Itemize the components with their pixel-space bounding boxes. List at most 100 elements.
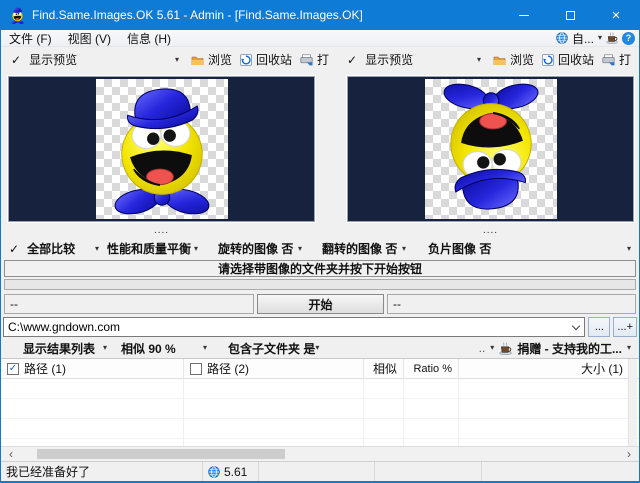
more-options-dropdown-icon[interactable]: ▾ (490, 344, 494, 352)
flipped-images-label: 翻转的图像 否 (322, 242, 398, 256)
browse-folder-button[interactable]: ... (588, 317, 611, 337)
left-browse-button[interactable]: 浏览 (187, 49, 236, 70)
compare-all-check-icon: ✓ (9, 241, 20, 256)
path2-checkbox[interactable] (190, 362, 202, 375)
left-print-button[interactable]: 打 (296, 49, 333, 70)
chevron-down-icon: ▾ (626, 243, 631, 253)
help-icon[interactable]: ? (622, 31, 635, 45)
scrollbar-thumb[interactable] (37, 449, 285, 459)
column-header-ratio[interactable]: Ratio % (404, 359, 459, 378)
path-row: ... ...+ (3, 317, 637, 337)
negative-images-label: 负片图像 否 (428, 242, 492, 256)
right-recycle-button[interactable]: 回收站 (538, 49, 598, 70)
left-preview-dropdown-icon[interactable]: ▾ (175, 55, 179, 64)
rotated-images-dropdown[interactable]: 旋转的图像 否 ▾ (206, 238, 310, 259)
coffee-cup-icon[interactable] (499, 341, 513, 355)
right-status-value: -- (387, 294, 636, 314)
scroll-left-icon[interactable]: ‹ (3, 447, 19, 461)
right-preview-check-icon[interactable]: ✓ (347, 53, 357, 67)
chevron-down-icon: ▾ (202, 343, 207, 352)
language-dropdown-icon[interactable]: ▾ (598, 34, 602, 42)
right-preview-toggle[interactable]: 显示预览 (365, 51, 413, 68)
folder-path-input[interactable] (4, 320, 569, 334)
show-results-dropdown[interactable]: 显示结果列表 ▾ (1, 340, 113, 356)
horizontal-scrollbar[interactable]: ‹ › (1, 446, 639, 461)
column-header-path2[interactable]: 路径 (2) (184, 359, 364, 378)
combobox-chevron-icon[interactable] (568, 318, 584, 336)
chevron-down-icon: ▾ (401, 243, 406, 253)
minimize-button[interactable] (501, 0, 547, 30)
right-preview-pane: .... (337, 72, 639, 238)
printer-icon (300, 53, 313, 66)
similarity-dropdown[interactable]: 相似 90 % ▾ (113, 340, 213, 356)
auto-language-label[interactable]: 自... (572, 30, 594, 47)
right-preview-caption: .... (482, 225, 499, 236)
body-col-similar (364, 379, 404, 446)
smiley-image-left (111, 84, 212, 216)
left-status-value: -- (4, 294, 254, 314)
chevron-down-icon: ▾ (102, 343, 107, 352)
compare-all-dropdown[interactable]: ✓ 全部比较 ▾ (1, 238, 107, 259)
right-browse-label: 浏览 (509, 53, 534, 67)
scroll-right-icon[interactable]: › (621, 447, 637, 461)
maximize-button[interactable] (547, 0, 593, 30)
donate-cup-icon[interactable] (606, 32, 618, 44)
recycle-bin-icon (239, 53, 252, 66)
chevron-down-icon: ▾ (315, 343, 320, 352)
column-header-size[interactable]: 大小 (1) (459, 359, 639, 378)
left-recycle-button[interactable]: 回收站 (236, 49, 296, 70)
app-window: Find.Same.Images.OK 5.61 - Admin - [Find… (0, 0, 640, 483)
version-globe-icon (208, 465, 220, 478)
flipped-images-dropdown[interactable]: 翻转的图像 否 ▾ (310, 238, 414, 259)
close-icon: × (611, 6, 621, 24)
body-col-path1 (1, 379, 184, 446)
folder-path-combobox (3, 317, 586, 337)
donate-dropdown-icon[interactable]: ▾ (627, 344, 631, 352)
show-results-label: 显示结果列表 (23, 341, 96, 356)
status-section-empty-2 (375, 462, 482, 481)
right-print-button[interactable]: 打 (598, 49, 635, 70)
browse-add-folder-button[interactable]: ...+ (613, 317, 637, 337)
donate-cluster: .. ▾ 捐赠 - 支持我的工... ▾ (479, 340, 639, 357)
column-header-similar[interactable]: 相似 (364, 359, 404, 378)
menu-info[interactable]: 信息 (H) (119, 30, 179, 46)
quality-dropdown[interactable]: 性能和质量平衡 ▾ (107, 238, 206, 259)
left-browse-label: 浏览 (207, 53, 232, 67)
window-title: Find.Same.Images.OK 5.61 - Admin - [Find… (32, 8, 363, 22)
menu-view[interactable]: 视图 (V) (60, 30, 119, 46)
right-recycle-label: 回收站 (557, 53, 594, 67)
folder-icon (191, 56, 204, 65)
negative-images-dropdown[interactable]: 负片图像 否 ▾ (414, 238, 639, 259)
app-smiley-icon (11, 6, 24, 24)
left-pane-toolbar: ✓ 显示预览 ▾ 浏览 回收站 打 (1, 47, 337, 72)
menubar-right-cluster: 自... ▾ ? (556, 30, 639, 47)
language-globe-icon[interactable] (556, 32, 568, 44)
donate-label[interactable]: 捐赠 - 支持我的工... (517, 340, 622, 357)
left-preview-check-icon[interactable]: ✓ (11, 53, 21, 67)
more-options-label[interactable]: .. (479, 341, 486, 355)
left-recycle-label: 回收站 (255, 53, 292, 67)
compare-options-row: ✓ 全部比较 ▾ 性能和质量平衡 ▾ 旋转的图像 否 ▾ 翻转的图像 否 ▾ 负… (1, 238, 639, 259)
left-preview-panel[interactable] (7, 75, 316, 223)
close-button[interactable]: × (593, 0, 639, 30)
right-print-label: 打 (618, 53, 631, 67)
vertical-scrollbar[interactable] (628, 359, 637, 446)
path1-checkbox[interactable]: ✓ (7, 362, 19, 375)
chevron-down-icon: ▾ (193, 243, 198, 253)
left-preview-toggle[interactable]: 显示预览 (29, 51, 77, 68)
maximize-icon (565, 10, 575, 20)
status-section-empty-1 (259, 462, 375, 481)
preview-toolbars: ✓ 显示预览 ▾ 浏览 回收站 打 ✓ 显示预览 ▾ 浏览 回收站 打 (1, 47, 639, 72)
column-header-path1[interactable]: ✓ 路径 (1) (1, 359, 184, 378)
right-browse-button[interactable]: 浏览 (489, 49, 538, 70)
instruction-banner: 请选择带图像的文件夹并按下开始按钮 (4, 260, 636, 277)
menu-file[interactable]: 文件 (F) (1, 30, 60, 46)
subfolders-dropdown[interactable]: 包含子文件夹 是 ▾ (213, 340, 325, 356)
printer-icon (602, 53, 615, 66)
right-preview-panel[interactable] (346, 75, 635, 223)
start-button[interactable]: 开始 (257, 294, 384, 314)
smiley-image-right-rotated (440, 82, 541, 214)
right-preview-dropdown-icon[interactable]: ▾ (477, 55, 481, 64)
body-col-ratio (404, 379, 459, 446)
status-bar: 我已经准备好了 5.61 (1, 461, 639, 481)
